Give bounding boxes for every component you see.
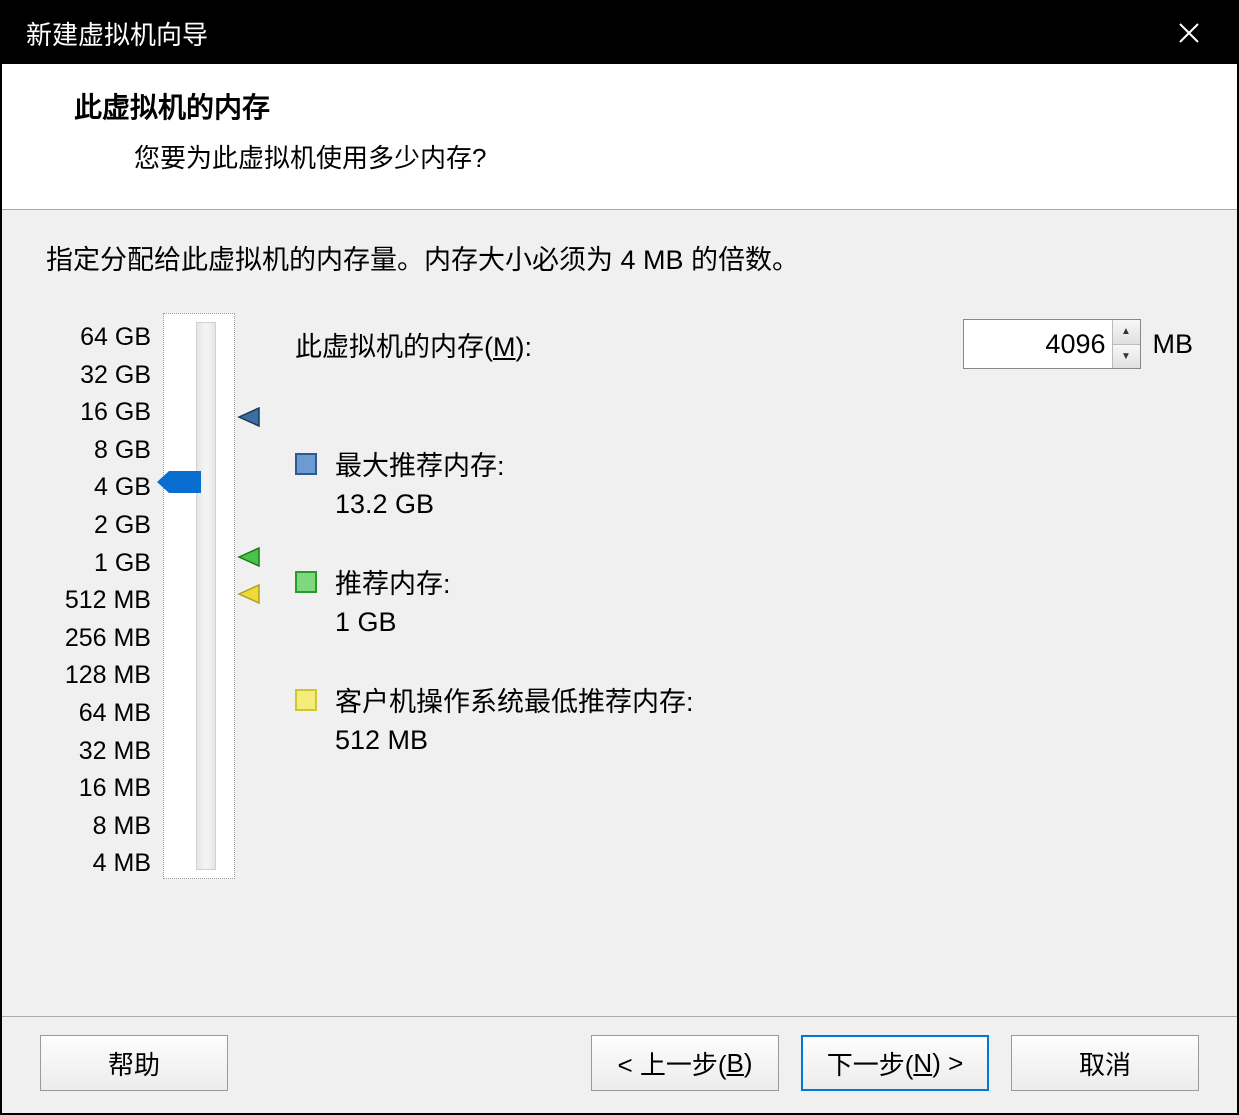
legend-recommended: 推荐内存: 1 GB bbox=[295, 565, 451, 641]
slider-tick-label: 16 MB bbox=[46, 770, 151, 808]
spin-up-button[interactable]: ▲ bbox=[1113, 320, 1140, 345]
max-marker-icon bbox=[237, 407, 261, 427]
body-panel: 指定分配给此虚拟机的内存量。内存大小必须为 4 MB 的倍数。 64 GB32 … bbox=[2, 210, 1237, 1016]
instruction-text: 指定分配给此虚拟机的内存量。内存大小必须为 4 MB 的倍数。 bbox=[46, 238, 1193, 277]
legend-min-label: 客户机操作系统最低推荐内存: bbox=[335, 683, 694, 721]
slider-tick-label: 512 MB bbox=[46, 582, 151, 620]
footer: 帮助 < 上一步(B) 下一步(N) > 取消 bbox=[2, 1016, 1237, 1113]
window-title: 新建虚拟机向导 bbox=[26, 15, 208, 52]
slider-labels: 64 GB32 GB16 GB8 GB4 GB2 GB1 GB512 MB256… bbox=[46, 313, 151, 883]
legend-rec-text: 推荐内存: 1 GB bbox=[335, 565, 451, 641]
spin-buttons: ▲ ▼ bbox=[1112, 320, 1140, 368]
legend-min-value: 512 MB bbox=[335, 721, 694, 759]
next-button[interactable]: 下一步(N) > bbox=[801, 1035, 989, 1091]
memory-area: 64 GB32 GB16 GB8 GB4 GB2 GB1 GB512 MB256… bbox=[46, 313, 1193, 893]
help-button[interactable]: 帮助 bbox=[40, 1035, 228, 1091]
legend-rec-value: 1 GB bbox=[335, 603, 451, 641]
memory-input-wrap: ▲ ▼ MB bbox=[963, 319, 1194, 369]
legend-max-swatch bbox=[295, 453, 317, 475]
nav-button-group: < 上一步(B) 下一步(N) > 取消 bbox=[591, 1035, 1199, 1091]
slider-tick-label: 4 MB bbox=[46, 845, 151, 883]
slider-tick-label: 8 GB bbox=[46, 432, 151, 470]
memory-input-row: 此虚拟机的内存(M): ▲ ▼ MB bbox=[295, 319, 1193, 369]
header-panel: 此虚拟机的内存 您要为此虚拟机使用多少内存? bbox=[2, 64, 1237, 210]
cancel-button[interactable]: 取消 bbox=[1011, 1035, 1199, 1091]
wizard-window: 新建虚拟机向导 此虚拟机的内存 您要为此虚拟机使用多少内存? 指定分配给此虚拟机… bbox=[0, 0, 1239, 1115]
legend-max-value: 13.2 GB bbox=[335, 485, 505, 523]
legend-min-text: 客户机操作系统最低推荐内存: 512 MB bbox=[335, 683, 694, 759]
titlebar: 新建虚拟机向导 bbox=[2, 2, 1237, 64]
legend-min: 客户机操作系统最低推荐内存: 512 MB bbox=[295, 683, 694, 759]
legend-max: 最大推荐内存: 13.2 GB bbox=[295, 447, 505, 523]
back-button[interactable]: < 上一步(B) bbox=[591, 1035, 779, 1091]
legend-max-label: 最大推荐内存: bbox=[335, 447, 505, 485]
slider-tick-label: 64 MB bbox=[46, 695, 151, 733]
page-subtitle: 您要为此虚拟机使用多少内存? bbox=[134, 138, 1207, 175]
legend-rec-label: 推荐内存: bbox=[335, 565, 451, 603]
slider-tick-label: 16 GB bbox=[46, 394, 151, 432]
memory-field-label: 此虚拟机的内存(M): bbox=[295, 325, 532, 364]
slider-tick-label: 32 MB bbox=[46, 733, 151, 771]
legend-max-text: 最大推荐内存: 13.2 GB bbox=[335, 447, 505, 523]
spin-down-button[interactable]: ▼ bbox=[1113, 345, 1140, 369]
slider-groove bbox=[196, 322, 216, 870]
min-marker-icon bbox=[237, 584, 261, 604]
memory-input[interactable] bbox=[964, 320, 1112, 368]
close-button[interactable] bbox=[1165, 9, 1213, 57]
slider-markers bbox=[237, 313, 283, 893]
memory-unit: MB bbox=[1153, 329, 1194, 360]
slider-thumb[interactable] bbox=[157, 471, 201, 493]
slider-tick-label: 8 MB bbox=[46, 808, 151, 846]
slider-tick-label: 64 GB bbox=[46, 319, 151, 357]
recommended-marker-icon bbox=[237, 547, 261, 567]
legend-min-swatch bbox=[295, 689, 317, 711]
legend-rec-swatch bbox=[295, 571, 317, 593]
page-title: 此虚拟机的内存 bbox=[74, 86, 1207, 126]
memory-slider[interactable] bbox=[155, 313, 237, 893]
slider-tick-label: 256 MB bbox=[46, 620, 151, 658]
slider-tick-label: 1 GB bbox=[46, 545, 151, 583]
slider-track bbox=[163, 313, 235, 879]
right-column: 此虚拟机的内存(M): ▲ ▼ MB bbox=[283, 313, 1193, 369]
slider-tick-label: 32 GB bbox=[46, 357, 151, 395]
slider-tick-label: 2 GB bbox=[46, 507, 151, 545]
close-icon bbox=[1178, 22, 1200, 44]
memory-spinbox: ▲ ▼ bbox=[963, 319, 1141, 369]
slider-tick-label: 128 MB bbox=[46, 657, 151, 695]
slider-tick-label: 4 GB bbox=[46, 469, 151, 507]
